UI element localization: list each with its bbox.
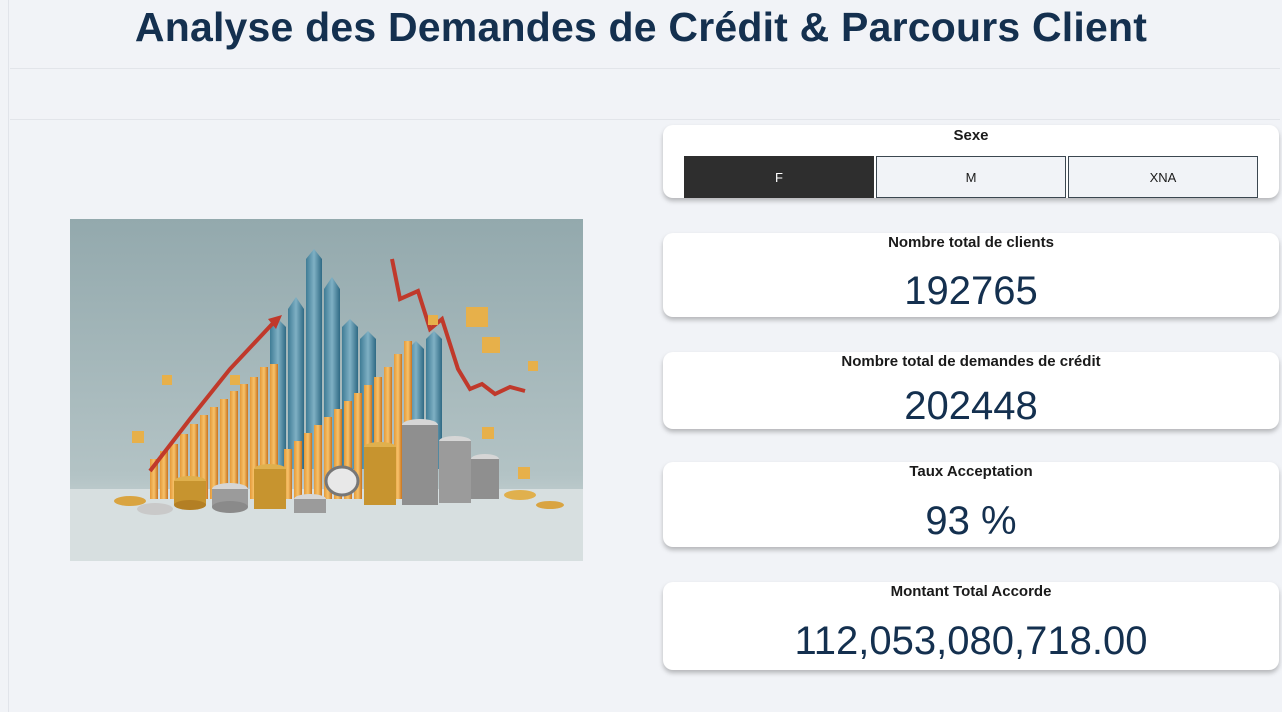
sexe-option-xna[interactable]: XNA [1068, 156, 1258, 198]
kpi-clients-value: 192765 [904, 269, 1038, 313]
kpi-card-demandes: Nombre total de demandes de crédit 20244… [663, 352, 1279, 429]
sexe-slicer-label: Sexe [953, 127, 989, 144]
sexe-options: F M XNA [684, 156, 1258, 198]
filter-bar [10, 68, 1280, 120]
kpi-demandes-value: 202448 [904, 384, 1038, 428]
page-title: Analyse des Demandes de Crédit & Parcour… [134, 4, 1148, 50]
finance-growth-illustration [70, 219, 583, 561]
kpi-montant-label: Montant Total Accorde [890, 583, 1052, 600]
kpi-card-clients: Nombre total de clients 192765 [663, 233, 1279, 317]
kpi-clients-label: Nombre total de clients [888, 234, 1054, 251]
kpi-acceptation-label: Taux Acceptation [909, 463, 1033, 480]
sexe-option-f[interactable]: F [684, 156, 874, 198]
kpi-montant-value: 112,053,080,718.00 [794, 619, 1148, 663]
kpi-demandes-label: Nombre total de demandes de crédit [841, 353, 1101, 370]
kpi-card-montant: Montant Total Accorde 112,053,080,718.00 [663, 582, 1279, 670]
sexe-slicer: Sexe F M XNA [663, 125, 1279, 198]
page-edge-divider [8, 0, 9, 712]
kpi-card-acceptation: Taux Acceptation 93 % [663, 462, 1279, 547]
sexe-option-m[interactable]: M [876, 156, 1066, 198]
kpi-acceptation-value: 93 % [925, 499, 1017, 543]
